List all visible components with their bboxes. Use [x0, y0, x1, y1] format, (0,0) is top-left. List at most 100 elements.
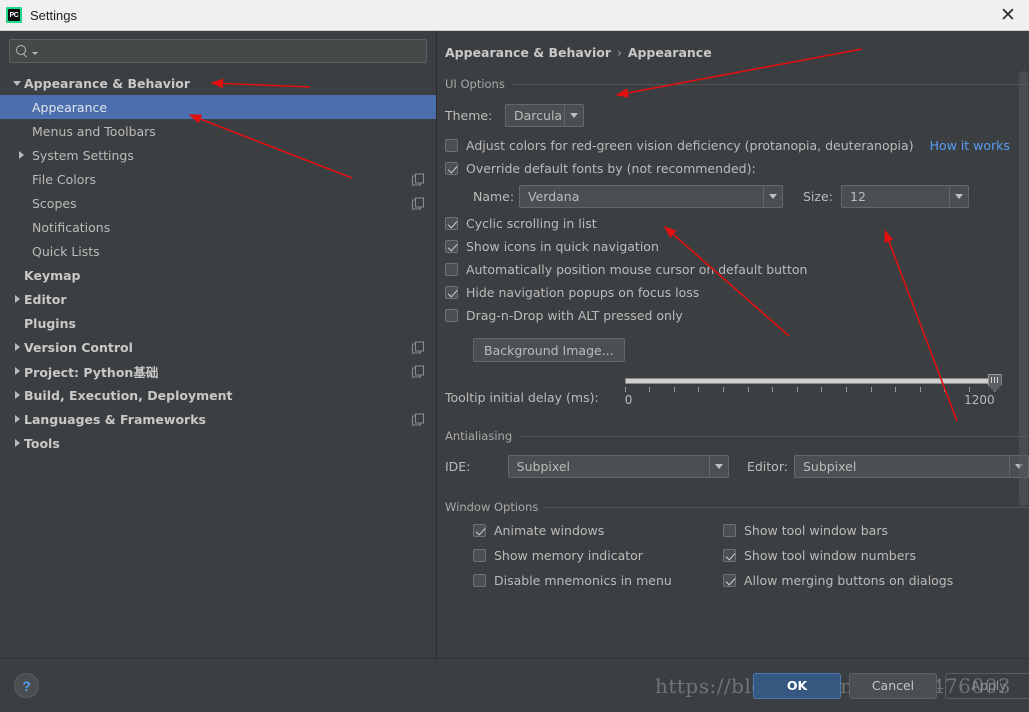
window-option-checkbox[interactable] — [723, 574, 736, 587]
how-it-works-link[interactable]: How it works — [930, 138, 1010, 153]
window-option-checkbox[interactable] — [723, 524, 736, 537]
cancel-button[interactable]: Cancel — [849, 672, 937, 699]
window-options-header: Window Options — [445, 500, 1029, 514]
sidebar-item-label: Appearance — [32, 99, 108, 115]
sidebar-item-file-colors[interactable]: File Colors — [0, 167, 436, 191]
copy-settings-icon[interactable] — [412, 197, 424, 210]
background-image-row: Background Image... — [445, 338, 1029, 362]
search-input[interactable] — [38, 44, 420, 58]
sidebar-item-menus-and-toolbars[interactable]: Menus and Toolbars — [0, 119, 436, 143]
editor-aa-value: Subpixel — [802, 459, 857, 474]
ide-aa-value: Subpixel — [516, 459, 571, 474]
ok-button[interactable]: OK — [753, 672, 841, 699]
breadcrumb-parent[interactable]: Appearance & Behavior — [445, 45, 611, 60]
theme-select[interactable]: Darcula — [505, 104, 584, 127]
chevron-down-icon[interactable] — [10, 80, 24, 86]
help-icon[interactable]: ? — [14, 673, 39, 698]
search-area — [0, 31, 436, 69]
override-fonts-label: Override default fonts by (not recommend… — [466, 161, 756, 176]
ui-option-label: Cyclic scrolling in list — [466, 216, 597, 231]
sidebar-item-editor[interactable]: Editor — [0, 287, 436, 311]
window-option-checkbox[interactable] — [473, 524, 486, 537]
settings-main-panel: Appearance & Behavior › Appearance UI Op… — [437, 31, 1029, 712]
chevron-down-icon[interactable] — [564, 105, 583, 126]
sidebar-item-quick-lists[interactable]: Quick Lists — [0, 239, 436, 263]
slider-tick — [772, 387, 774, 392]
window-option-row: Show tool window numbers — [723, 548, 953, 563]
tooltip-delay-slider[interactable]: 0 1200 — [624, 374, 1002, 407]
font-size-select[interactable]: 12 — [841, 185, 969, 208]
window-option-checkbox[interactable] — [473, 574, 486, 587]
divider — [545, 506, 1029, 508]
sidebar-item-label: Version Control — [24, 339, 133, 355]
window-options-columns: Animate windows Show memory indicator Disa… — [445, 523, 1029, 588]
search-box[interactable] — [9, 39, 427, 63]
ui-option-checkbox[interactable] — [445, 217, 458, 230]
sidebar-item-system-settings[interactable]: System Settings — [0, 143, 436, 167]
chevron-down-icon[interactable] — [708, 456, 728, 477]
sidebar-item-project-python[interactable]: Project: Python基础 — [0, 359, 436, 383]
apply-button[interactable]: Apply — [945, 672, 1029, 699]
window-option-checkbox[interactable] — [723, 549, 736, 562]
ui-option-checkbox[interactable] — [445, 240, 458, 253]
window-option-checkbox[interactable] — [473, 549, 486, 562]
sidebar-item-label: Appearance & Behavior — [24, 75, 190, 91]
title-bar: PC Settings ✕ — [0, 0, 1029, 31]
theme-label: Theme: — [445, 108, 493, 123]
scrollbar-thumb[interactable] — [1019, 71, 1028, 506]
chevron-right-icon[interactable] — [10, 295, 24, 303]
background-image-button[interactable]: Background Image... — [473, 338, 625, 362]
slider-track[interactable] — [624, 378, 995, 384]
pycharm-logo-text: PC — [9, 11, 19, 19]
override-fonts-checkbox[interactable] — [445, 162, 458, 175]
ide-aa-select[interactable]: Subpixel — [507, 455, 729, 478]
sidebar-item-label: System Settings — [32, 147, 134, 163]
ui-option-checkbox[interactable] — [445, 263, 458, 276]
slider-tick — [747, 387, 749, 392]
sidebar-item-appearance-behavior[interactable]: Appearance & Behavior — [0, 71, 436, 95]
sidebar-item-build-execution-deployment[interactable]: Build, Execution, Deployment — [0, 383, 436, 407]
sidebar-item-notifications[interactable]: Notifications — [0, 215, 436, 239]
ui-options-group: UI Options Theme: Darcula Adjust colors … — [445, 77, 1029, 407]
sidebar-item-scopes[interactable]: Scopes — [0, 191, 436, 215]
sidebar-item-plugins[interactable]: Plugins — [0, 311, 436, 335]
slider-tick — [846, 387, 848, 392]
sidebar-item-tools[interactable]: Tools — [0, 431, 436, 455]
ui-option-checkbox[interactable] — [445, 286, 458, 299]
editor-aa-label: Editor: — [746, 459, 788, 474]
window-options-group: Window Options Animate windows Show memor… — [445, 500, 1029, 588]
footer-buttons: OK Cancel Apply — [753, 672, 1029, 699]
chevron-right-icon[interactable] — [14, 151, 28, 159]
copy-settings-icon[interactable] — [412, 341, 424, 354]
chevron-down-icon[interactable] — [949, 186, 968, 207]
chevron-right-icon[interactable] — [10, 343, 24, 351]
sidebar-item-version-control[interactable]: Version Control — [0, 335, 436, 359]
chevron-right-icon[interactable] — [10, 367, 24, 375]
copy-settings-icon[interactable] — [412, 413, 424, 426]
main-scrollbar[interactable] — [1018, 62, 1029, 512]
chevron-down-icon[interactable] — [763, 186, 782, 207]
font-name-select[interactable]: Verdana — [519, 185, 783, 208]
copy-settings-icon[interactable] — [412, 173, 424, 186]
copy-settings-icon[interactable] — [412, 365, 424, 378]
ui-options-checkbox-list: Cyclic scrolling in list Show icons in qu… — [445, 216, 1029, 323]
chevron-right-icon[interactable] — [10, 415, 24, 423]
ui-option-checkbox[interactable] — [445, 309, 458, 322]
sidebar-item-languages-frameworks[interactable]: Languages & Frameworks — [0, 407, 436, 431]
adjust-colors-checkbox[interactable] — [445, 139, 458, 152]
tooltip-min-label: 0 — [624, 393, 633, 407]
slider-ticks — [624, 387, 995, 392]
sidebar-item-appearance[interactable]: Appearance — [0, 95, 436, 119]
close-icon[interactable]: ✕ — [995, 2, 1021, 28]
chevron-right-icon[interactable] — [10, 439, 24, 447]
ui-options-title: UI Options — [445, 77, 505, 91]
sidebar-item-label: Keymap — [24, 267, 81, 283]
sidebar-item-label: Menus and Toolbars — [32, 123, 156, 139]
sidebar-item-keymap[interactable]: Keymap — [0, 263, 436, 287]
antialiasing-row: IDE: Subpixel Editor: Subpixel — [445, 455, 1029, 478]
editor-aa-select[interactable]: Subpixel — [793, 455, 1029, 478]
ui-option-label: Hide navigation popups on focus loss — [466, 285, 700, 300]
chevron-right-icon[interactable] — [10, 391, 24, 399]
pycharm-logo-icon: PC — [6, 7, 22, 23]
ui-option-label: Show icons in quick navigation — [466, 239, 659, 254]
